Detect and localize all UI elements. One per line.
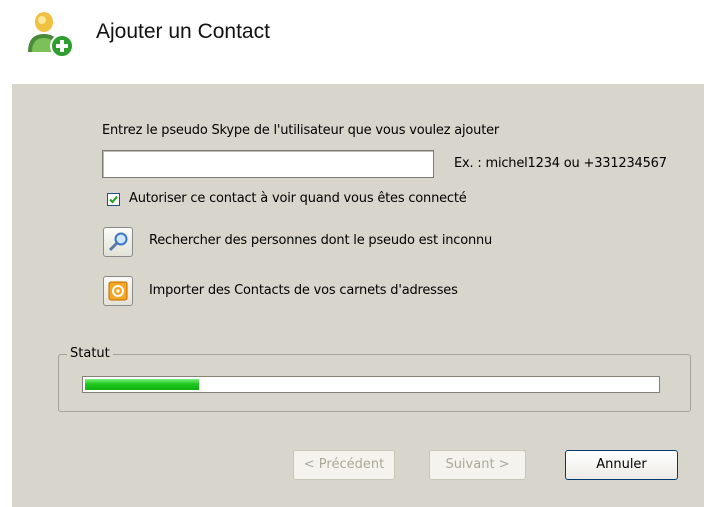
example-text: Ex. : michel1234 ou +331234567 (454, 156, 667, 171)
previous-button[interactable]: < Précédent (293, 450, 395, 480)
content-panel: Entrez le pseudo Skype de l'utilisateur … (12, 84, 704, 507)
magnifier-icon (108, 232, 128, 252)
authorize-checkbox[interactable] (107, 193, 120, 206)
progress-fill (85, 379, 199, 390)
next-button[interactable]: Suivant > (429, 450, 526, 480)
checkmark-icon (109, 195, 118, 204)
dialog-header: Ajouter un Contact (0, 0, 704, 84)
dialog-title: Ajouter un Contact (96, 20, 270, 43)
search-people-button[interactable] (103, 227, 133, 257)
instruction-text: Entrez le pseudo Skype de l'utilisateur … (102, 123, 500, 138)
authorize-label[interactable]: Autoriser ce contact à voir quand vous ê… (129, 191, 467, 206)
import-contacts-button[interactable] (103, 276, 133, 306)
search-people-label[interactable]: Rechercher des personnes dont le pseudo … (149, 233, 492, 248)
status-progress-bar (82, 376, 660, 393)
status-label: Statut (67, 346, 113, 361)
add-contact-icon (22, 8, 76, 62)
address-book-icon (108, 281, 128, 301)
pseudo-input[interactable] (102, 150, 434, 178)
import-contacts-label[interactable]: Importer des Contacts de vos carnets d'a… (149, 283, 458, 298)
cancel-button[interactable]: Annuler (565, 450, 678, 480)
